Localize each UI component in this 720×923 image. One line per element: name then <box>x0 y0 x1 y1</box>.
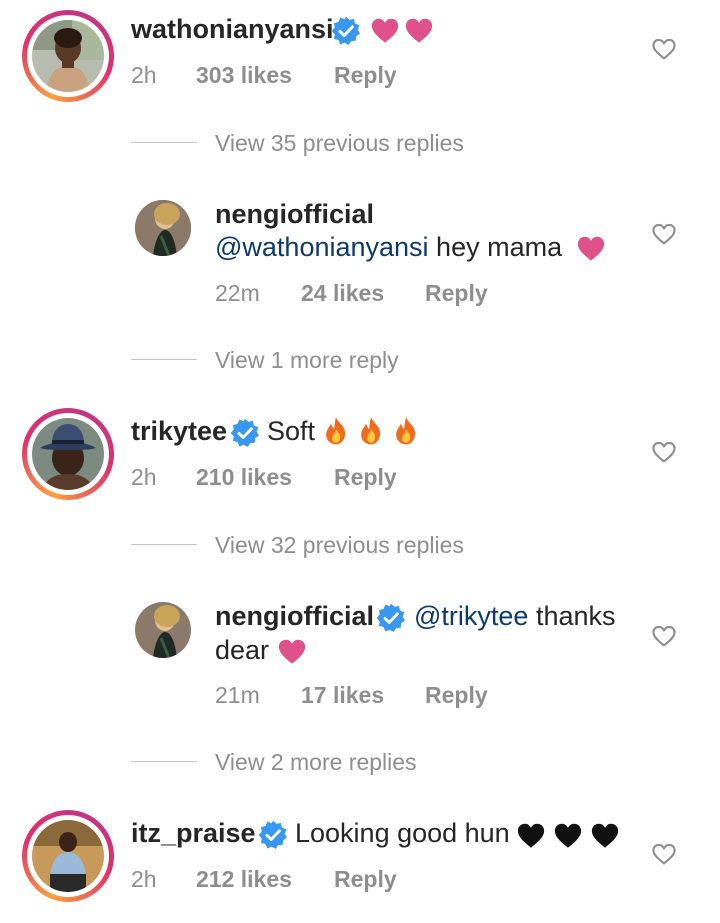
fire-emoji-icon <box>323 416 349 446</box>
verified-badge-icon <box>376 603 406 633</box>
username[interactable]: trikytee <box>131 416 227 447</box>
avatar[interactable] <box>135 200 191 256</box>
verified-badge-icon <box>258 820 288 850</box>
comment-text-line2: dear <box>215 635 270 665</box>
black-heart-emoji-icon <box>590 822 620 849</box>
verified-badge-icon <box>230 418 260 448</box>
pink-heart-emoji-icon <box>404 17 434 44</box>
comment-time: 2h <box>131 464 157 490</box>
divider-line <box>131 761 197 762</box>
view-replies-link[interactable]: View 2 more replies <box>215 749 417 776</box>
like-heart-icon[interactable] <box>651 37 677 61</box>
divider-line <box>131 544 197 545</box>
comment-time: 2h <box>131 866 157 892</box>
likes-count[interactable]: 17 likes <box>301 682 384 709</box>
mention-link[interactable]: @wathonianyansi <box>215 232 429 262</box>
comment-text: @trikytee thanks <box>414 601 616 632</box>
view-replies-link[interactable]: View 1 more reply <box>215 347 399 374</box>
divider-line <box>131 142 197 143</box>
pink-heart-emoji-icon <box>370 17 400 44</box>
comment-time: 22m <box>215 280 260 306</box>
avatar[interactable] <box>32 418 104 490</box>
avatar[interactable] <box>32 20 104 92</box>
likes-count[interactable]: 212 likes <box>196 866 292 893</box>
comment-time: 2h <box>131 62 157 88</box>
fire-emoji-icon <box>358 416 384 446</box>
likes-count[interactable]: 303 likes <box>196 62 292 89</box>
comment-body: hey mama <box>428 232 563 262</box>
avatar[interactable] <box>135 602 191 658</box>
black-heart-emoji-icon <box>553 822 583 849</box>
reply-button[interactable]: Reply <box>425 280 488 307</box>
reply-button[interactable]: Reply <box>334 62 397 89</box>
likes-count[interactable]: 210 likes <box>196 464 292 491</box>
view-replies-link[interactable]: View 35 previous replies <box>215 130 464 157</box>
pink-heart-emoji-icon <box>277 638 307 665</box>
likes-count[interactable]: 24 likes <box>301 280 384 307</box>
avatar[interactable] <box>32 820 104 892</box>
username[interactable]: wathonianyansi <box>131 14 334 45</box>
like-heart-icon[interactable] <box>651 440 677 464</box>
verified-badge-icon <box>331 16 361 46</box>
username[interactable]: nengiofficial <box>215 199 374 230</box>
black-heart-emoji-icon <box>516 822 546 849</box>
like-heart-icon[interactable] <box>651 222 677 246</box>
reply-button[interactable]: Reply <box>425 682 488 709</box>
reply-button[interactable]: Reply <box>334 464 397 491</box>
reply-button[interactable]: Reply <box>334 866 397 893</box>
divider-line <box>131 359 197 360</box>
comment-body: thanks <box>528 601 616 631</box>
like-heart-icon[interactable] <box>651 842 677 866</box>
fire-emoji-icon <box>393 416 419 446</box>
comment-time: 21m <box>215 682 260 708</box>
view-replies-link[interactable]: View 32 previous replies <box>215 532 464 559</box>
comment-text: Looking good hun <box>295 818 510 848</box>
comment-text: Soft <box>267 416 316 446</box>
username[interactable]: itz_praise <box>131 818 256 849</box>
comment-text: @wathonianyansi hey mama <box>215 232 562 263</box>
username[interactable]: nengiofficial <box>215 601 374 632</box>
mention-link[interactable]: @trikytee <box>414 601 528 631</box>
like-heart-icon[interactable] <box>651 624 677 648</box>
pink-heart-emoji-icon <box>576 235 606 262</box>
